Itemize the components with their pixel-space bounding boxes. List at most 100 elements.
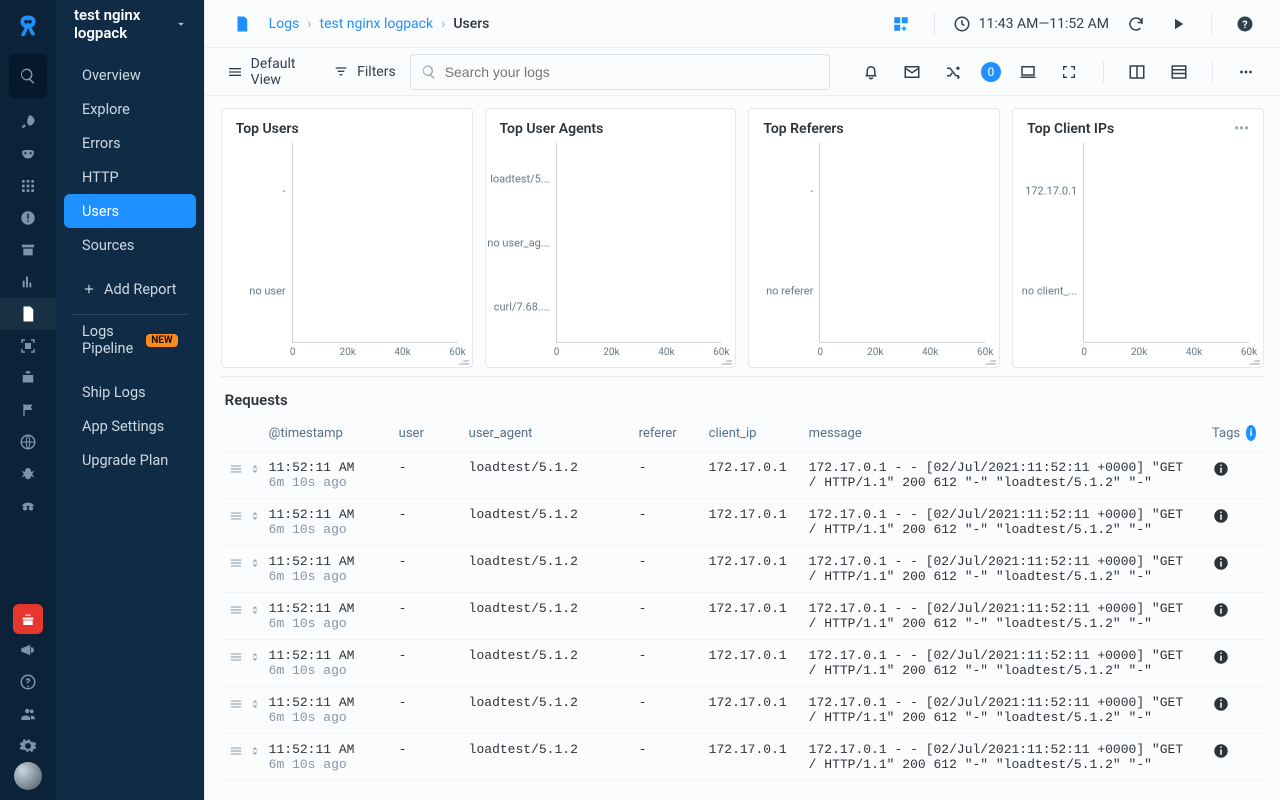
table-row[interactable]: 11:52:11 AM6m 10s ago-loadtest/5.1.2-172… — [221, 734, 1264, 781]
expand-icon[interactable] — [249, 651, 261, 663]
column-header[interactable]: message — [801, 419, 1204, 452]
robot-icon[interactable] — [0, 362, 56, 394]
drag-icon[interactable] — [229, 462, 243, 476]
table-row[interactable]: 11:52:11 AM6m 10s ago-loadtest/5.1.2-172… — [221, 593, 1264, 640]
columns-icon[interactable] — [1124, 57, 1151, 87]
laptop-icon[interactable] — [1015, 57, 1042, 87]
sidebar-item-sources[interactable]: Sources — [64, 228, 196, 262]
sidebar-item-users[interactable]: Users — [64, 194, 196, 228]
expand-icon[interactable] — [249, 604, 261, 616]
resize-handle-icon[interactable] — [723, 355, 733, 365]
row-info-icon[interactable] — [1204, 734, 1264, 781]
more-icon[interactable] — [1233, 57, 1260, 87]
sidebar-item-app-settings[interactable]: App Settings — [64, 409, 196, 443]
bug-icon[interactable] — [0, 458, 56, 490]
sidebar-item-overview[interactable]: Overview — [64, 58, 196, 92]
cell-user_agent: loadtest/5.1.2 — [461, 452, 631, 499]
drag-icon[interactable] — [229, 744, 243, 758]
refresh-icon[interactable] — [1121, 9, 1151, 39]
list-icon[interactable] — [1165, 57, 1192, 87]
scan-icon[interactable] — [0, 330, 56, 362]
alerts-count-badge[interactable]: 0 — [981, 62, 1001, 82]
table-row[interactable]: 11:52:11 AM6m 10s ago-loadtest/5.1.2-172… — [221, 687, 1264, 734]
shuffle-icon[interactable] — [940, 57, 967, 87]
fullscreen-icon[interactable] — [1056, 57, 1083, 87]
drag-icon[interactable] — [229, 509, 243, 523]
gift-icon[interactable] — [13, 604, 43, 634]
column-header[interactable]: @timestamp — [261, 419, 391, 452]
row-info-icon[interactable] — [1204, 640, 1264, 687]
search-input[interactable] — [445, 64, 819, 80]
app-logo-icon[interactable] — [10, 10, 46, 46]
mail-icon[interactable] — [899, 57, 926, 87]
breadcrumb-root[interactable]: Logs — [269, 16, 300, 32]
table-row[interactable]: 11:52:11 AM6m 10s ago-loadtest/5.1.2-172… — [221, 452, 1264, 499]
column-header[interactable]: client_ip — [701, 419, 801, 452]
logs-pipeline-link[interactable]: Logs Pipeline NEW — [64, 323, 196, 357]
document-icon[interactable] — [0, 298, 56, 330]
table-row[interactable]: 11:52:11 AM6m 10s ago-loadtest/5.1.2-172… — [221, 640, 1264, 687]
drag-icon[interactable] — [229, 697, 243, 711]
cell-message: 172.17.0.1 - - [02/Jul/2021:11:52:11 +00… — [801, 734, 1204, 781]
table-row[interactable]: 11:52:11 AM6m 10s ago-loadtest/5.1.2-172… — [221, 546, 1264, 593]
drag-icon[interactable] — [229, 556, 243, 570]
flag-icon[interactable] — [0, 394, 56, 426]
row-info-icon[interactable] — [1204, 452, 1264, 499]
resize-handle-icon[interactable] — [1251, 355, 1261, 365]
more-icon[interactable]: ••• — [1234, 121, 1249, 137]
column-header[interactable]: user_agent — [461, 419, 631, 452]
row-info-icon[interactable] — [1204, 499, 1264, 546]
archive-icon[interactable] — [0, 234, 56, 266]
chart-tick-label: 20k — [603, 347, 619, 358]
avatar[interactable] — [14, 762, 42, 790]
cell-client_ip: 172.17.0.1 — [701, 546, 801, 593]
expand-icon[interactable] — [249, 557, 261, 569]
help-icon[interactable]: ? — [1230, 9, 1260, 39]
megaphone-icon[interactable] — [0, 634, 56, 666]
expand-icon[interactable] — [249, 510, 261, 522]
timestamp-ago: 6m 10s ago — [269, 522, 383, 537]
chart-icon[interactable] — [0, 266, 56, 298]
gear-icon[interactable] — [0, 730, 56, 762]
expand-icon[interactable] — [249, 745, 261, 757]
filters-button[interactable]: Filters — [333, 64, 396, 80]
drag-icon[interactable] — [229, 603, 243, 617]
sidebar-item-errors[interactable]: Errors — [64, 126, 196, 160]
grid-icon[interactable] — [0, 170, 56, 202]
team-icon[interactable] — [0, 698, 56, 730]
add-widget-icon[interactable] — [886, 9, 916, 39]
incognito-icon[interactable] — [0, 490, 56, 522]
column-header[interactable]: referer — [631, 419, 701, 452]
rocket-icon[interactable] — [0, 106, 56, 138]
row-info-icon[interactable] — [1204, 546, 1264, 593]
play-icon[interactable] — [1163, 9, 1193, 39]
add-report-button[interactable]: Add Report — [64, 272, 196, 306]
bell-icon[interactable] — [858, 57, 885, 87]
resize-handle-icon[interactable] — [987, 355, 997, 365]
sidebar-item-explore[interactable]: Explore — [64, 92, 196, 126]
project-switcher[interactable]: test nginx logpack — [56, 0, 204, 48]
sidebar-item-ship-logs[interactable]: Ship Logs — [64, 375, 196, 409]
info-icon[interactable]: i — [1246, 425, 1256, 441]
table-row[interactable]: 11:52:11 AM6m 10s ago-loadtest/5.1.2-172… — [221, 499, 1264, 546]
resize-handle-icon[interactable] — [460, 355, 470, 365]
expand-icon[interactable] — [249, 698, 261, 710]
sidebar-item-http[interactable]: HTTP — [64, 160, 196, 194]
breadcrumb-project[interactable]: test nginx logpack — [320, 16, 434, 32]
column-header[interactable]: user — [391, 419, 461, 452]
row-info-icon[interactable] — [1204, 593, 1264, 640]
row-info-icon[interactable] — [1204, 687, 1264, 734]
help-circle-icon[interactable] — [0, 666, 56, 698]
alert-circle-icon[interactable] — [0, 202, 56, 234]
default-view-button[interactable]: Default View — [227, 56, 319, 88]
globe-icon[interactable] — [0, 426, 56, 458]
search-rail-icon[interactable] — [9, 54, 47, 98]
drag-icon[interactable] — [229, 650, 243, 664]
expand-icon[interactable] — [249, 463, 261, 475]
time-range-picker[interactable]: 11:43 AM—11:52 AM — [953, 15, 1109, 33]
clock-icon — [953, 15, 971, 33]
mask-icon[interactable] — [0, 138, 56, 170]
search-input-wrap[interactable] — [410, 54, 830, 90]
sidebar-item-upgrade-plan[interactable]: Upgrade Plan — [64, 443, 196, 477]
column-header[interactable]: Tagsi — [1204, 419, 1264, 452]
